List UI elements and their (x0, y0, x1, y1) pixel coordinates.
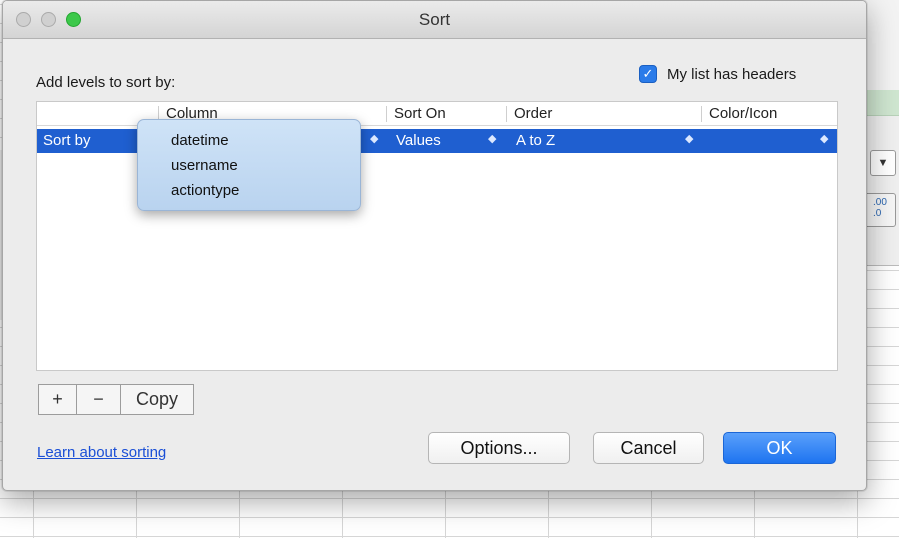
title-bar: Sort (3, 1, 866, 39)
add-level-button[interactable]: + (39, 385, 77, 414)
format-dropdown-button[interactable]: ▼ (870, 150, 896, 176)
header-color-icon[interactable]: Color/Icon (709, 105, 777, 122)
order-arrows-icon[interactable]: ◆ (685, 132, 694, 145)
ribbon-panel (862, 116, 899, 266)
remove-level-button[interactable]: − (77, 385, 121, 414)
order-select[interactable]: A to Z (516, 132, 555, 149)
column-select-arrows-icon[interactable]: ◆ (370, 132, 379, 145)
color-icon-arrows-icon[interactable]: ◆ (820, 132, 829, 145)
add-levels-label: Add levels to sort by: (36, 74, 176, 91)
cancel-button[interactable]: Cancel (593, 432, 704, 464)
sort-dialog: Sort Add levels to sort by: ✓ My list ha… (2, 0, 867, 491)
options-button[interactable]: Options... (428, 432, 570, 464)
menu-item-datetime[interactable]: datetime (171, 132, 229, 149)
ribbon-tab-strip (862, 90, 899, 116)
level-button-group: + − Copy (38, 384, 194, 415)
column-options-menu: datetime username actiontype (137, 119, 361, 211)
copy-level-button[interactable]: Copy (121, 385, 193, 414)
spreadsheet-toolbar-area (862, 0, 899, 90)
header-sort-on[interactable]: Sort On (394, 105, 446, 122)
sort-by-label: Sort by (43, 132, 91, 149)
header-order[interactable]: Order (514, 105, 552, 122)
header-divider (506, 106, 507, 122)
header-divider (386, 106, 387, 122)
dialog-title: Sort (418, 10, 451, 29)
menu-item-username[interactable]: username (171, 157, 238, 174)
my-list-has-headers-checkbox[interactable]: ✓ (639, 65, 657, 83)
ok-button[interactable]: OK (723, 432, 836, 464)
checkmark-icon: ✓ (642, 66, 654, 81)
sort-on-arrows-icon[interactable]: ◆ (488, 132, 497, 145)
my-list-has-headers-label[interactable]: My list has headers (667, 66, 796, 83)
header-divider (701, 106, 702, 122)
menu-item-actiontype[interactable]: actiontype (171, 182, 239, 199)
sort-on-select[interactable]: Values (396, 132, 441, 149)
learn-about-sorting-link[interactable]: Learn about sorting (37, 444, 166, 461)
decrease-decimal-button[interactable]: .00 .0 (862, 193, 896, 227)
